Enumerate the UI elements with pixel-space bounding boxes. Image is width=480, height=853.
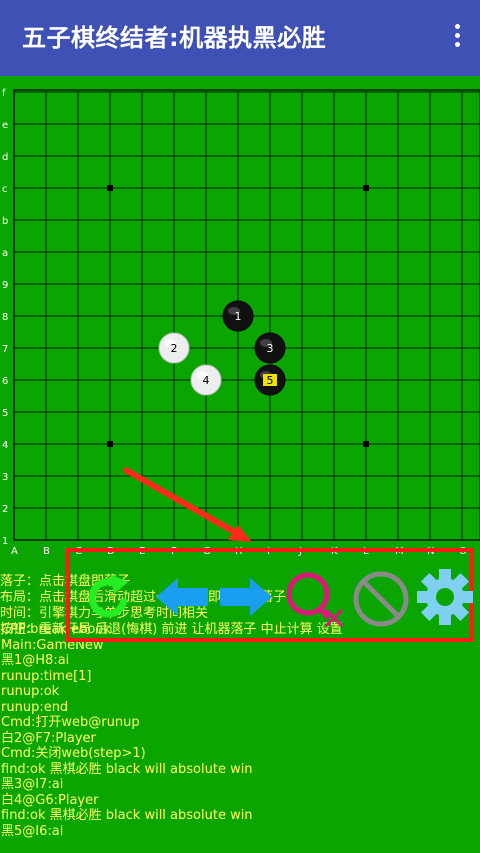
row-label: 8 <box>2 312 8 323</box>
log-line: runup:ok <box>1 684 60 699</box>
row-label: a <box>2 248 8 259</box>
log-line: 黑3@I7:ai <box>1 777 64 792</box>
engine-log: CPP:break ebook Main:GameNew 黑1@H8:ai ru… <box>0 622 480 839</box>
row-label: 6 <box>2 376 8 387</box>
row-label: e <box>2 120 8 131</box>
row-label: b <box>2 216 8 227</box>
machine-move-icon[interactable] <box>282 568 348 632</box>
log-line: Cmd:关闭web(step>1) <box>1 746 146 761</box>
row-label: d <box>2 152 8 163</box>
forward-arrow-icon[interactable] <box>220 578 272 616</box>
toolbar-highlight <box>66 548 474 642</box>
log-line: find:ok 黑棋必胜 black will absolute win <box>1 761 253 777</box>
back-arrow-icon[interactable] <box>156 578 208 616</box>
row-label: 2 <box>2 504 8 515</box>
log-line: 黑1@H8:ai <box>1 653 70 668</box>
log-line: 黑5@I6:ai <box>1 823 64 839</box>
log-line: find:ok 黑棋必胜 black will absolute win <box>1 808 253 823</box>
star-point <box>107 185 113 191</box>
stone-number: 1 <box>235 310 242 323</box>
app-bar: 五子棋终结者:机器执黑必胜 <box>0 0 480 76</box>
row-label: 5 <box>2 408 8 419</box>
row-label: 7 <box>2 344 8 355</box>
stone-number: 3 <box>267 342 274 355</box>
star-point <box>107 441 113 447</box>
row-label: 3 <box>2 472 8 483</box>
more-vert-icon[interactable] <box>452 24 462 52</box>
gomoku-board[interactable]: fedcba987654321A B C D E F G H I J K L M N O12 34 5 <box>0 76 480 556</box>
star-point <box>363 441 369 447</box>
log-line: runup:time[1] <box>1 668 92 684</box>
row-label: 4 <box>2 440 8 451</box>
row-label: 1 <box>2 536 8 547</box>
restart-icon[interactable] <box>84 572 132 622</box>
log-line: 白2@F7:Player <box>1 730 96 746</box>
log-line: runup:end <box>1 699 69 715</box>
col-label: B <box>43 546 50 556</box>
row-label: 9 <box>2 280 8 291</box>
star-point <box>363 185 369 191</box>
row-label: f <box>2 88 6 99</box>
stone-number: 4 <box>203 374 210 387</box>
log-line: 白4@G6:Player <box>1 792 99 808</box>
app-title: 五子棋终结者:机器执黑必胜 <box>22 24 327 52</box>
log-line: Cmd:打开web@runup <box>1 715 140 730</box>
stop-icon[interactable] <box>352 570 410 628</box>
col-label: A <box>11 546 18 556</box>
stone-number: 2 <box>171 342 178 355</box>
row-label: c <box>2 184 8 195</box>
settings-icon[interactable] <box>416 568 474 626</box>
stone-number: 5 <box>267 374 274 387</box>
